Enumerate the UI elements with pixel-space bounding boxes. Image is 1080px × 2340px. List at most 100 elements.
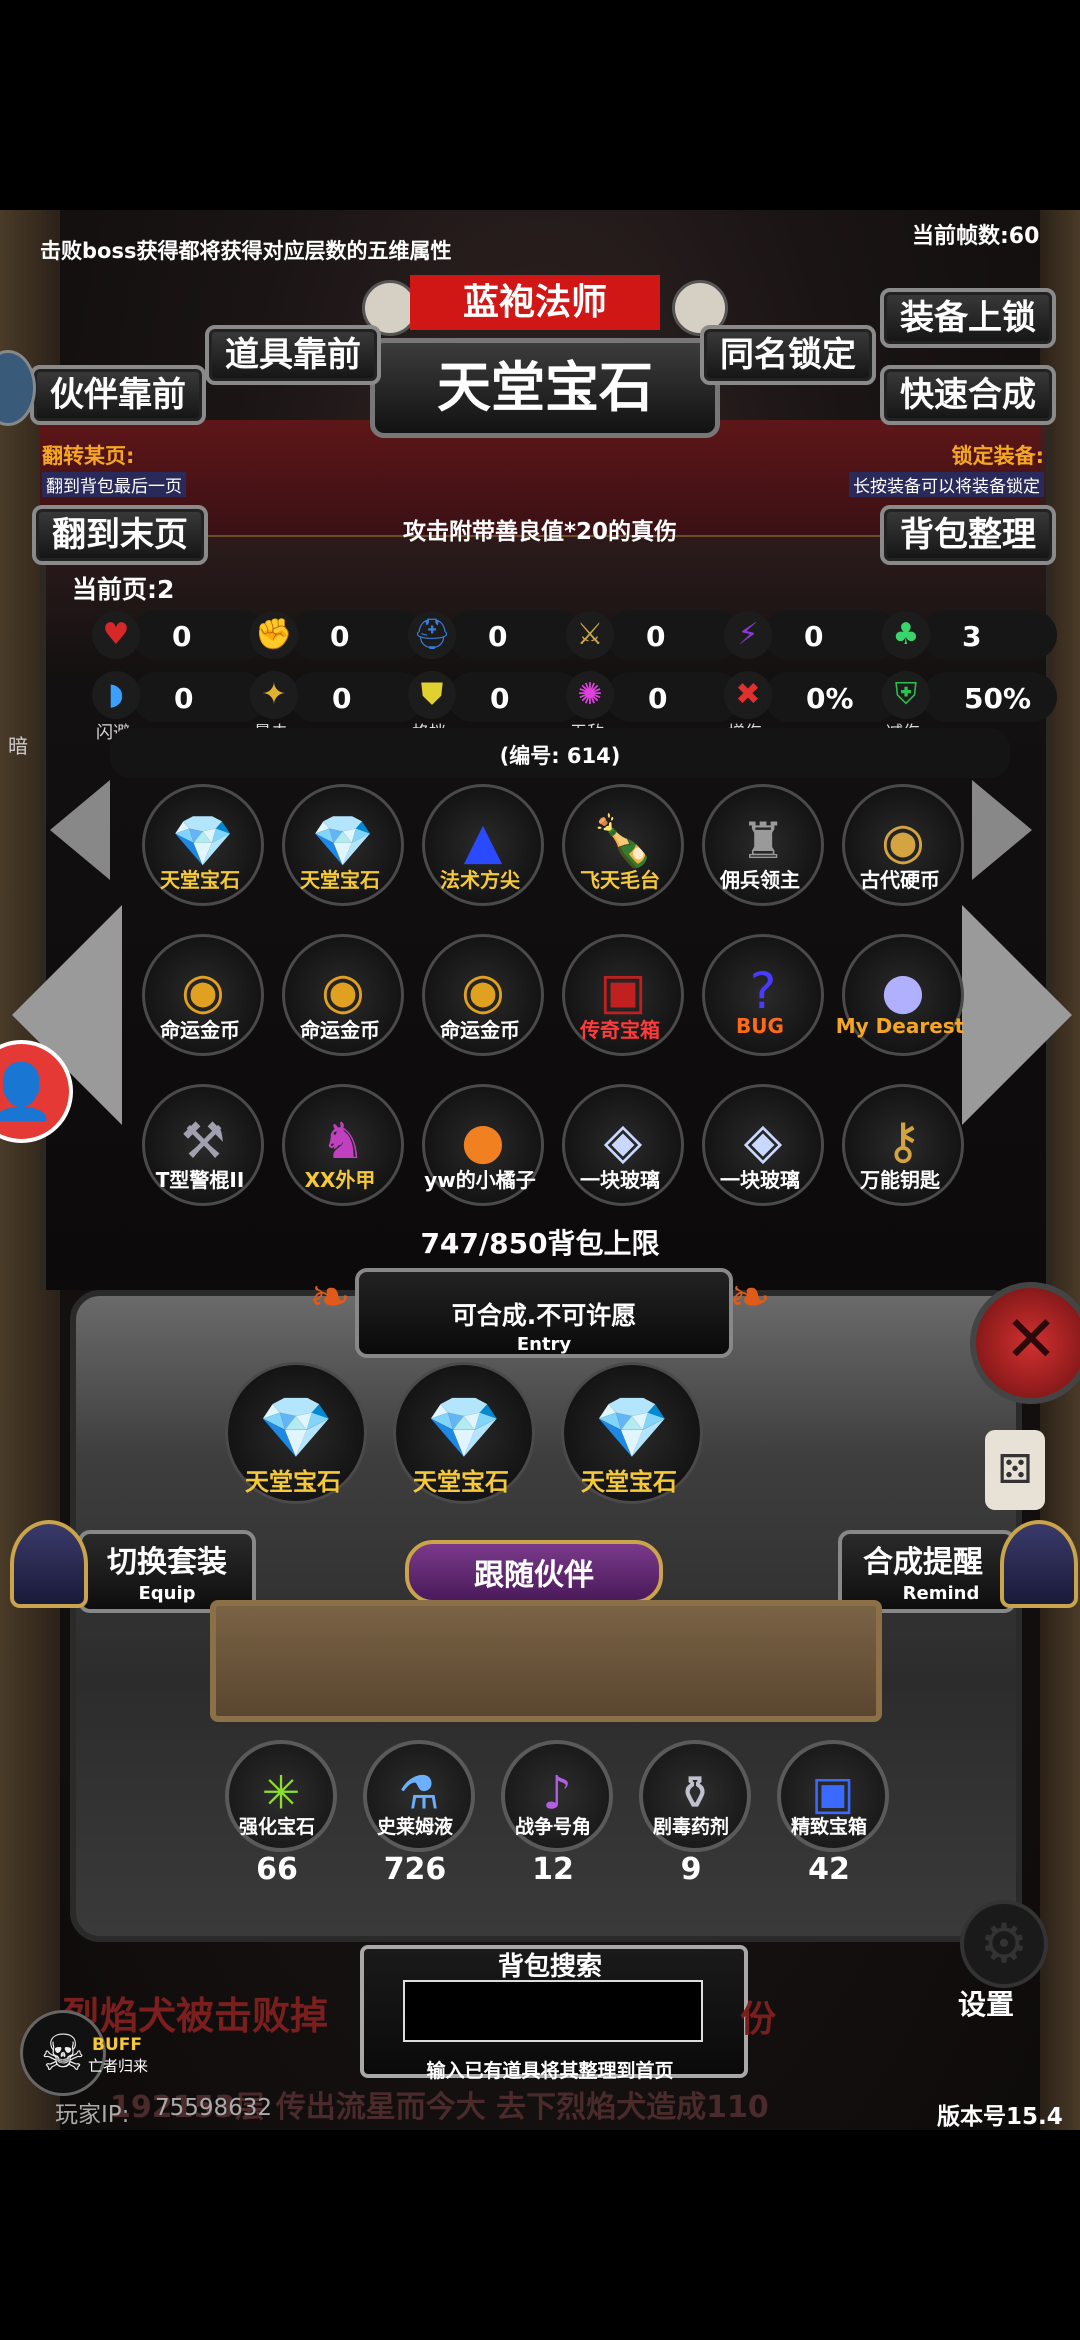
item-description: 攻击附带善良值*20的真伤 [402, 519, 678, 545]
stat-value: 0 [174, 682, 194, 715]
inventory-slot-label: 飞天毛台 [580, 868, 660, 892]
item-title: 天堂宝石 [370, 338, 720, 438]
bug-icon: ? [749, 962, 777, 1020]
material-count: 66 [256, 1852, 298, 1887]
armor-icon: ♞ [320, 1112, 366, 1170]
inventory-slot-label: 古代硬币 [860, 868, 940, 892]
baton-icon: ⚒ [180, 1112, 226, 1170]
inventory-slot-label: yw的小橘子 [424, 1168, 536, 1192]
inventory-slot-label: 一块玻璃 [580, 1168, 660, 1192]
obelisk-icon: ▲ [463, 812, 503, 870]
prev-small-arrow-icon[interactable] [50, 780, 110, 880]
inventory-slot-label: XX外甲 [304, 1168, 376, 1192]
settings-label[interactable]: 设置 [958, 1983, 1014, 2023]
stat-value: 0 [646, 620, 666, 653]
lock-label: 锁定装备: [951, 444, 1044, 468]
lightning-icon: ⚡ [724, 611, 772, 659]
material-label: 战争号角 [514, 1816, 591, 1838]
buff-sub: 亡者归来 [88, 2057, 149, 2075]
dice-icon[interactable]: ⚄ [985, 1430, 1045, 1510]
inventory-slot-label: T型警棍II [155, 1168, 245, 1192]
stat-value: 0% [806, 682, 854, 715]
stat-value: 0 [332, 682, 352, 715]
item-front-button[interactable]: 道具靠前 [205, 325, 381, 385]
merge-remind-title: 合成提醒 [863, 1545, 983, 1580]
quick-merge-button[interactable]: 快速合成 [880, 365, 1056, 425]
inventory-slot-label: 命运金币 [300, 1018, 380, 1042]
inventory-slot-label: 天堂宝石 [160, 868, 240, 892]
poison-icon: ⚱ [675, 1765, 715, 1820]
heaven-gem-icon: 💎 [258, 1393, 334, 1464]
material-label: 史莱姆液 [376, 1816, 453, 1838]
material-label: 强化宝石 [238, 1816, 315, 1838]
damage-reduce-icon: ⛨ [882, 671, 930, 719]
partner-front-button[interactable]: 伙伴靠前 [30, 365, 206, 425]
material-count: 12 [532, 1852, 574, 1887]
stat-value: 3 [962, 620, 982, 653]
inventory-slot-label: My Dearest [835, 1014, 965, 1038]
last-page-button[interactable]: 翻到末页 [32, 505, 208, 565]
chat-line-1-left: 烈焰犬被击败掉 [62, 1994, 329, 2038]
bottle-icon: 🍾 [591, 812, 655, 870]
player-ip-label: 玩家IP: [55, 2102, 130, 2128]
inventory-slot-label: 佣兵领主 [720, 868, 800, 892]
heaven-gem-icon: 💎 [311, 812, 375, 870]
wing-left-icon: ❧ [309, 1268, 351, 1326]
dodge-icon: ◗ [92, 671, 140, 719]
same-name-lock-button[interactable]: 同名锁定 [700, 325, 876, 385]
material-count: 726 [383, 1852, 447, 1887]
follow-partner-label: 跟随伙伴 [474, 1558, 594, 1593]
next-small-arrow-icon[interactable] [972, 780, 1032, 880]
crit-icon: ✦ [250, 671, 298, 719]
close-button[interactable]: ✕ [970, 1282, 1080, 1404]
stat-value: 0 [330, 620, 350, 653]
entry-slot-label: 天堂宝石 [581, 1468, 677, 1496]
block-icon: ⛊ [408, 671, 456, 719]
clover-icon: ♣ [882, 611, 930, 659]
stat-pill [448, 672, 583, 722]
inventory-slot-label: 命运金币 [160, 1018, 240, 1042]
equip-lock-button[interactable]: 装备上锁 [880, 288, 1056, 348]
buff-title: BUFF [92, 2035, 142, 2055]
version-number: 版本号15.4 [937, 2104, 1063, 2130]
sword-icon: ⚔ [566, 611, 614, 659]
chest-icon: ▣ [811, 1765, 855, 1820]
coin-icon: ◉ [881, 812, 925, 870]
heaven-gem-icon: 💎 [594, 1393, 670, 1464]
entry-title: 可合成.不可许愿 [451, 1301, 637, 1330]
orb-icon: ● [881, 962, 925, 1020]
orange-icon: ● [461, 1112, 505, 1170]
helmet-icon: ⛑ [408, 611, 456, 659]
potion-icon: ⚗ [398, 1765, 440, 1820]
class-name: 蓝袍法师 [410, 275, 660, 330]
search-hint: 输入已有道具将其整理到首页 [426, 2060, 674, 2082]
heaven-gem-icon: 💎 [426, 1393, 502, 1464]
item-id: (编号: 614) [499, 744, 621, 768]
glass-icon: ◈ [743, 1112, 783, 1170]
search-input[interactable] [403, 1980, 703, 2042]
legend-chest-icon: ▣ [599, 962, 647, 1020]
stat-pill [922, 610, 1057, 660]
damage-boost-icon: ✖ [724, 671, 772, 719]
search-label: 背包搜索 [497, 1952, 602, 1982]
stat-value: 0 [490, 682, 510, 715]
inventory-slot-label: 一块玻璃 [720, 1168, 800, 1192]
gear-icon[interactable]: ⚙ [960, 1900, 1048, 1988]
stat-value: 0 [648, 682, 668, 715]
player-ip: 75598632 [155, 2095, 273, 2121]
stat-value: 50% [964, 682, 1032, 715]
material-label: 剧毒药剂 [652, 1816, 729, 1838]
next-page-arrow-icon[interactable] [962, 905, 1072, 1125]
inventory-slot-label: 命运金币 [440, 1018, 520, 1042]
stat-pill [290, 672, 425, 722]
top-notice: 击败boss获得都将获得对应层数的五维属性 [40, 239, 452, 263]
inventory-slot-label: 万能钥匙 [860, 1168, 940, 1192]
chat-line-1-right: 份 [740, 1999, 777, 2040]
stat-pill [448, 610, 583, 660]
sort-bag-button[interactable]: 背包整理 [880, 505, 1056, 565]
bag-capacity: 747/850背包上限 [420, 1227, 660, 1260]
switch-set-title: 切换套装 [107, 1545, 227, 1580]
stat-pill [606, 610, 741, 660]
heart-icon: ♥ [92, 611, 140, 659]
stat-value: 0 [172, 620, 192, 653]
